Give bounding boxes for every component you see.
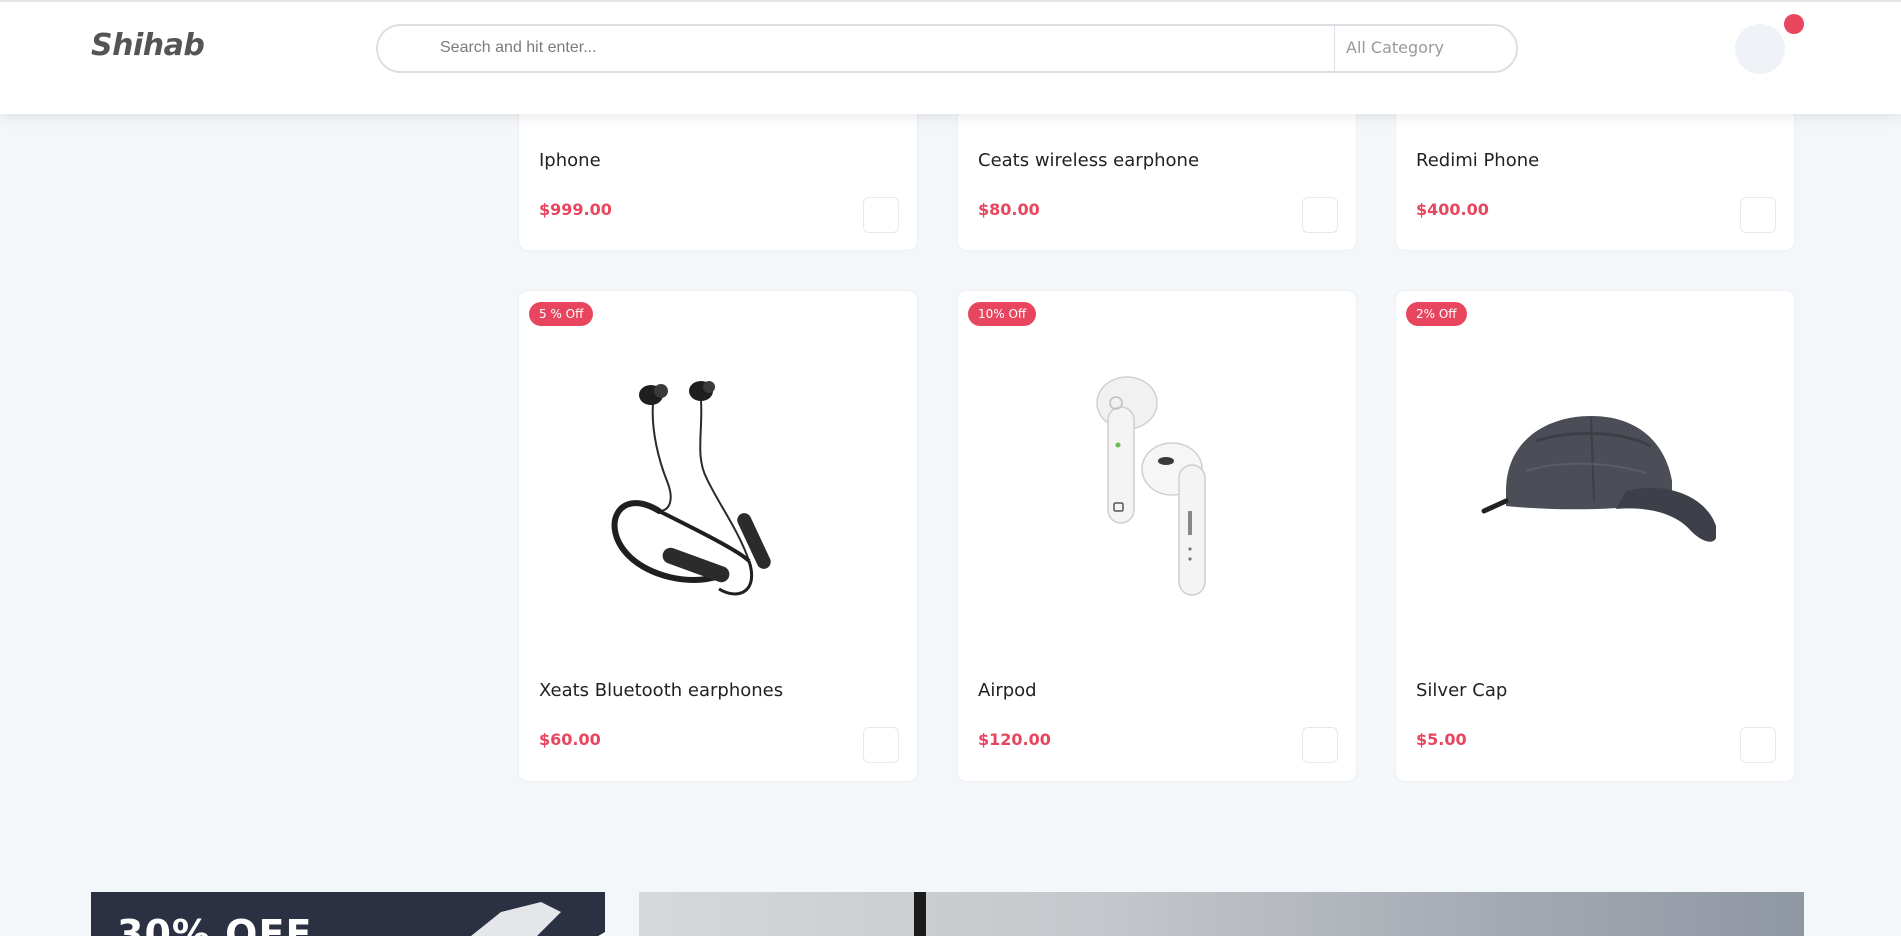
product-name[interactable]: Redimi Phone (1416, 150, 1539, 171)
product-price: $60.00 (539, 730, 601, 749)
product-card[interactable]: 2% Off Silver Cap $5.00 (1395, 290, 1795, 782)
wireless-earbuds-image[interactable] (1038, 361, 1278, 621)
add-to-cart-button[interactable] (1740, 727, 1776, 763)
site-logo[interactable]: Shihab (91, 28, 205, 63)
discount-badge: 10% Off (968, 302, 1037, 326)
search-input[interactable] (440, 39, 1440, 57)
notification-dot (1784, 14, 1804, 34)
product-price: $120.00 (978, 730, 1051, 749)
discount-badge: 5 % Off (529, 302, 594, 326)
banner-image-detail (914, 892, 926, 936)
discount-badge: 2% Off (1406, 302, 1467, 326)
cap-image[interactable] (1476, 361, 1716, 621)
search-divider (1334, 26, 1335, 71)
promo-banner-text: 30% OFF (117, 912, 313, 936)
product-card[interactable]: 10% Off Airpod $120.00 (957, 290, 1357, 782)
search-bar: All Category (376, 24, 1518, 73)
user-avatar[interactable] (1735, 24, 1785, 74)
product-name[interactable]: Silver Cap (1416, 680, 1507, 701)
product-price: $400.00 (1416, 200, 1489, 219)
promo-banner-left[interactable]: 30% OFF (91, 892, 605, 936)
product-price: $80.00 (978, 200, 1040, 219)
add-to-cart-button[interactable] (1302, 197, 1338, 233)
product-card[interactable]: 5 % Off Xeats Bluetooth earphones $60.00 (518, 290, 918, 782)
add-to-cart-button[interactable] (1740, 197, 1776, 233)
category-select[interactable]: All Category (1346, 38, 1444, 57)
product-name[interactable]: Ceats wireless earphone (978, 150, 1199, 171)
add-to-cart-button[interactable] (863, 197, 899, 233)
promo-banner-right[interactable] (639, 892, 1804, 936)
product-name[interactable]: Iphone (539, 150, 601, 171)
product-price: $999.00 (539, 200, 612, 219)
add-to-cart-button[interactable] (1302, 727, 1338, 763)
product-promo-image (471, 902, 605, 936)
product-name[interactable]: Xeats Bluetooth earphones (539, 680, 783, 701)
product-price: $5.00 (1416, 730, 1467, 749)
site-header: Shihab All Category (0, 0, 1901, 114)
product-name[interactable]: Airpod (978, 680, 1037, 701)
add-to-cart-button[interactable] (863, 727, 899, 763)
neckband-earphones-image[interactable] (599, 361, 839, 621)
